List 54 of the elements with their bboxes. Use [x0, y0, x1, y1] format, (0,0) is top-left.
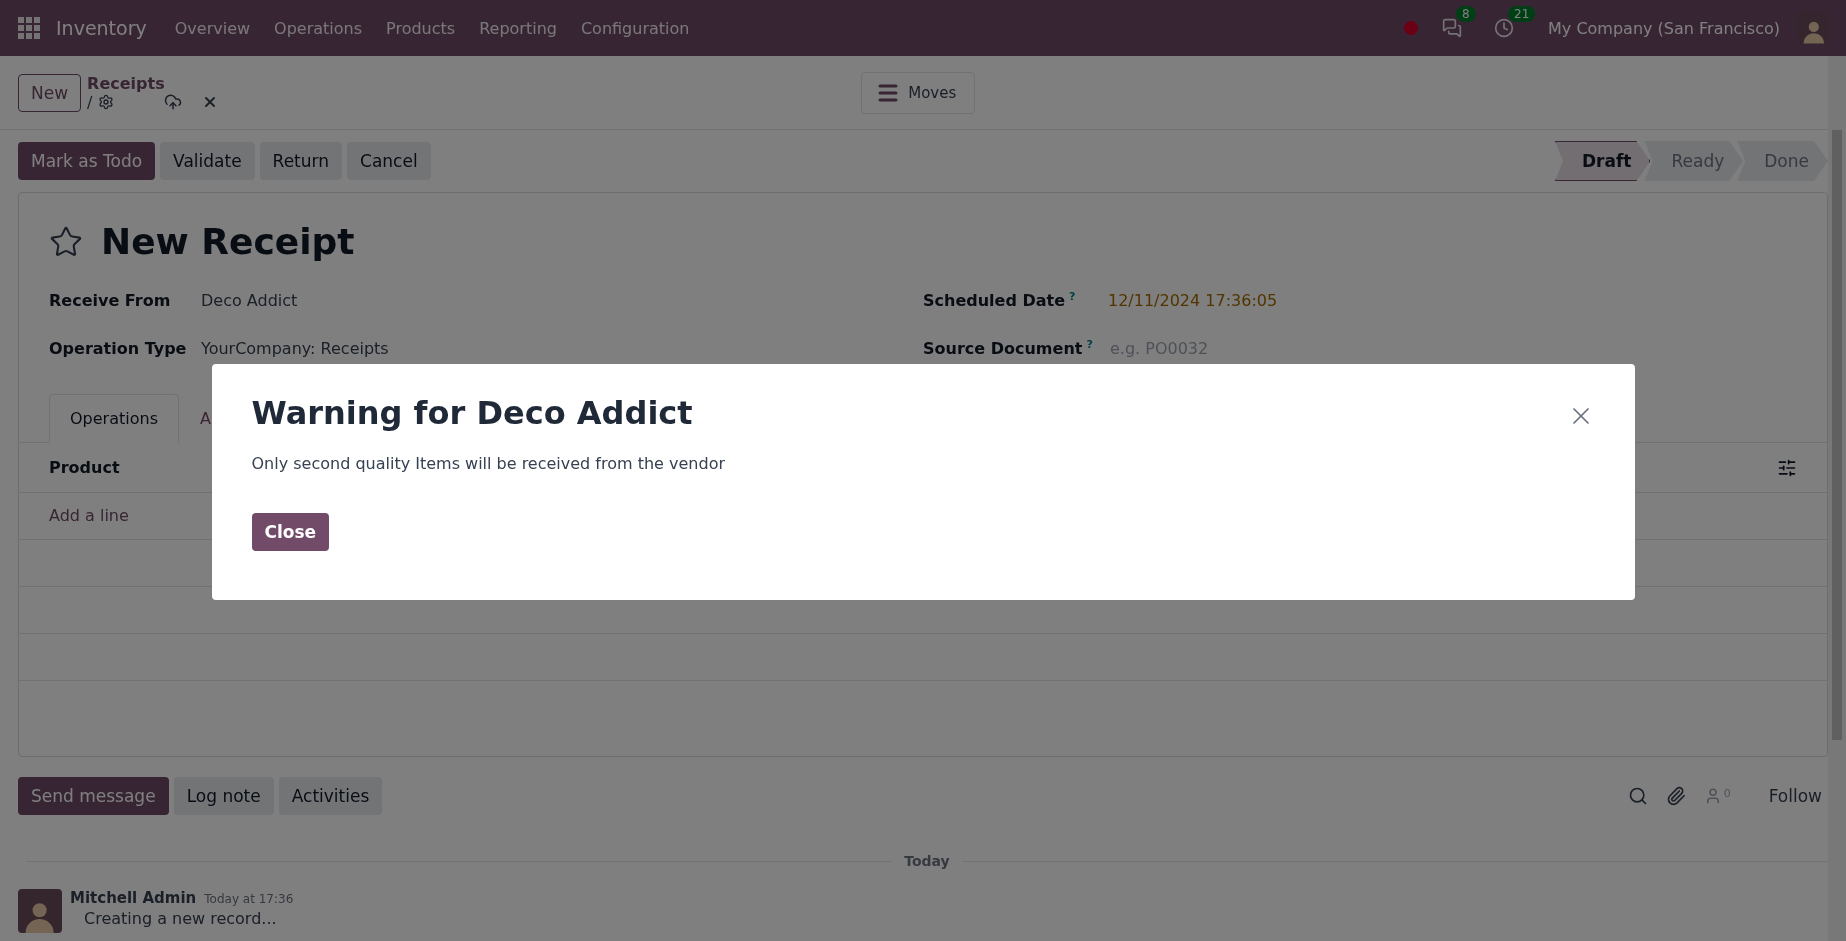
- column-header: Product: [49, 458, 120, 477]
- apps-grid-icon[interactable]: [18, 17, 40, 39]
- close-button[interactable]: Close: [251, 513, 330, 551]
- nav-menu-item[interactable]: Reporting: [469, 18, 567, 38]
- clock-icon[interactable]: [1494, 18, 1515, 38]
- message-text: Creating a new record...: [84, 909, 278, 928]
- scrollbar[interactable]: [1828, 56, 1846, 941]
- cloud-upload-icon[interactable]: [164, 93, 183, 111]
- dialog-title: Warning for Deco Addict: [251, 394, 693, 432]
- message-count-badge: 8: [1456, 6, 1476, 22]
- field-label: Source Document $^{?}$: [923, 337, 1094, 359]
- field-value[interactable]: Deco Addict: [201, 290, 923, 310]
- activity-count-badge: 21: [1508, 6, 1536, 22]
- action-button[interactable]: Validate: [160, 142, 255, 180]
- new-button[interactable]: New: [18, 73, 82, 112]
- chat-bubbles-icon[interactable]: [1442, 18, 1463, 38]
- app-name[interactable]: Inventory: [56, 17, 147, 39]
- date-field[interactable]: 12/11/2024 17:36:05: [1108, 290, 1797, 310]
- company-name[interactable]: My Company (San Francisco): [1548, 18, 1780, 38]
- action-button[interactable]: Return: [259, 142, 343, 180]
- field-value[interactable]: YourCompany: Receipts: [201, 338, 923, 358]
- date-separator: Today: [904, 853, 950, 869]
- status-step[interactable]: Draft: [1555, 141, 1651, 181]
- user-avatar[interactable]: [1798, 12, 1830, 44]
- search-icon[interactable]: [1627, 786, 1648, 806]
- chatter-button[interactable]: Activities: [278, 777, 383, 815]
- settings-icon[interactable]: [98, 94, 115, 110]
- field-label: Operation Type: [49, 338, 188, 358]
- nav-menu-item[interactable]: Overview: [164, 18, 261, 38]
- field-label: Receive From: [49, 290, 172, 310]
- chatter-button[interactable]: Log note: [173, 777, 274, 815]
- breadcrumb-link[interactable]: Receipts: [87, 73, 219, 93]
- nav-menu-item[interactable]: Configuration: [570, 18, 700, 38]
- breadcrumb-separator: /: [87, 92, 93, 112]
- star-icon[interactable]: [49, 224, 83, 259]
- sliders-icon[interactable]: [1777, 457, 1797, 478]
- chatter-button[interactable]: Send message: [18, 777, 169, 815]
- record-title: New Receipt: [101, 221, 355, 262]
- action-button[interactable]: Mark as Todo: [18, 142, 156, 180]
- author-avatar: [18, 889, 62, 933]
- status-step[interactable]: Ready: [1644, 141, 1744, 181]
- message-author: Mitchell Admin: [70, 889, 197, 907]
- moves-button[interactable]: Moves: [861, 71, 976, 114]
- status-step[interactable]: Done: [1737, 141, 1828, 181]
- follow-button[interactable]: Follow: [1762, 785, 1828, 807]
- message-time: Today at 17:36: [204, 892, 294, 906]
- paperclip-icon[interactable]: [1665, 786, 1686, 806]
- dialog-message: Only second quality Items will be received from the vendor: [251, 454, 725, 473]
- form-tab[interactable]: Operations: [49, 394, 179, 443]
- action-button[interactable]: Cancel: [347, 142, 431, 180]
- field-label: Scheduled Date $^{?}$: [923, 289, 1077, 311]
- status-dot-icon[interactable]: [1404, 21, 1419, 35]
- nav-menu-item[interactable]: Operations: [264, 18, 373, 38]
- nav-menu-item[interactable]: Products: [376, 18, 466, 38]
